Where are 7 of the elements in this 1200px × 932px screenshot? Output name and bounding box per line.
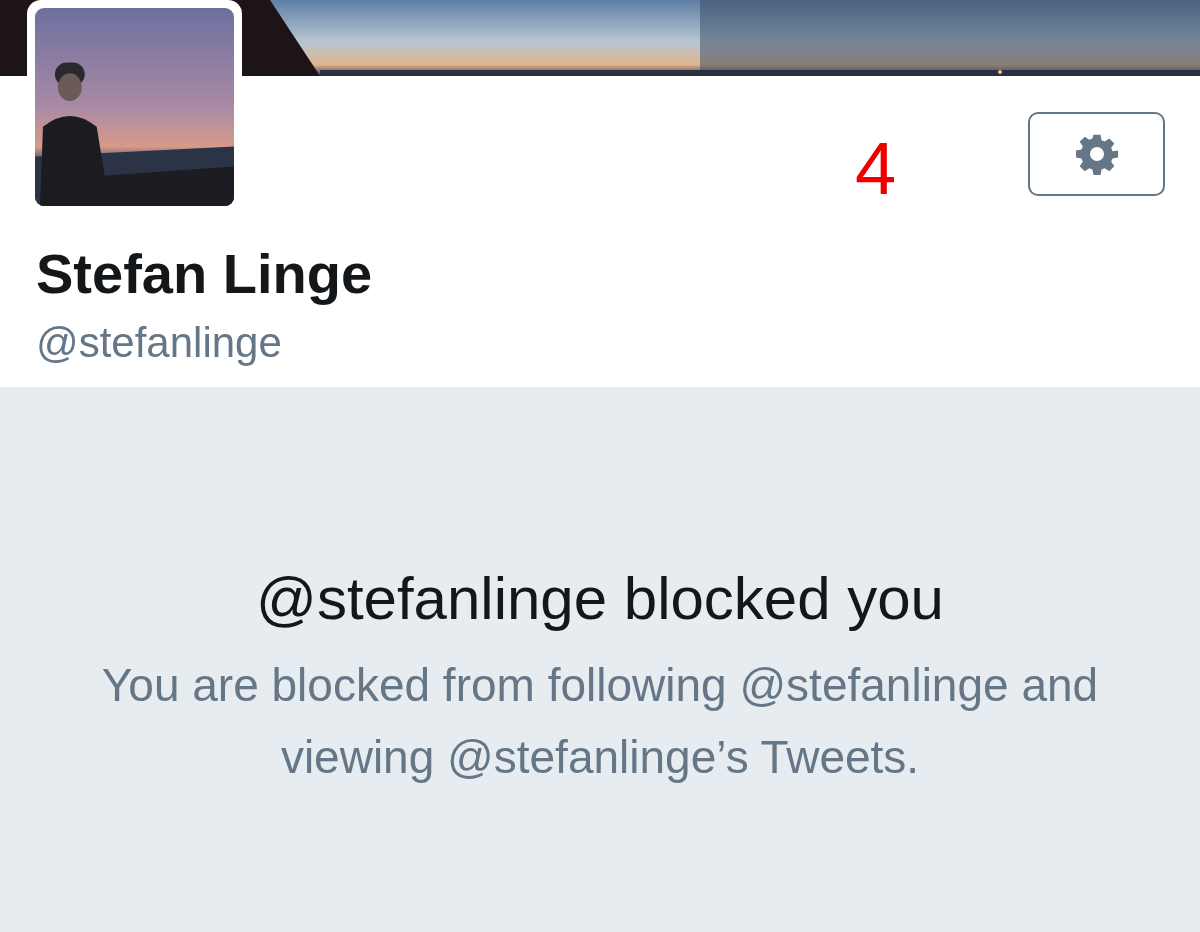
annotation-number: 4 (855, 132, 897, 206)
blocked-message: You are blocked from following @stefanlinge and viewing @stefanlinge’s Tweets. (100, 658, 1100, 785)
profile-name: Stefan Linge (36, 241, 373, 307)
settings-button[interactable] (1028, 112, 1165, 196)
blocked-title: @stefanlinge blocked you (256, 564, 944, 634)
profile-handle: @stefanlinge (36, 318, 282, 368)
settings-icon (1075, 133, 1118, 175)
